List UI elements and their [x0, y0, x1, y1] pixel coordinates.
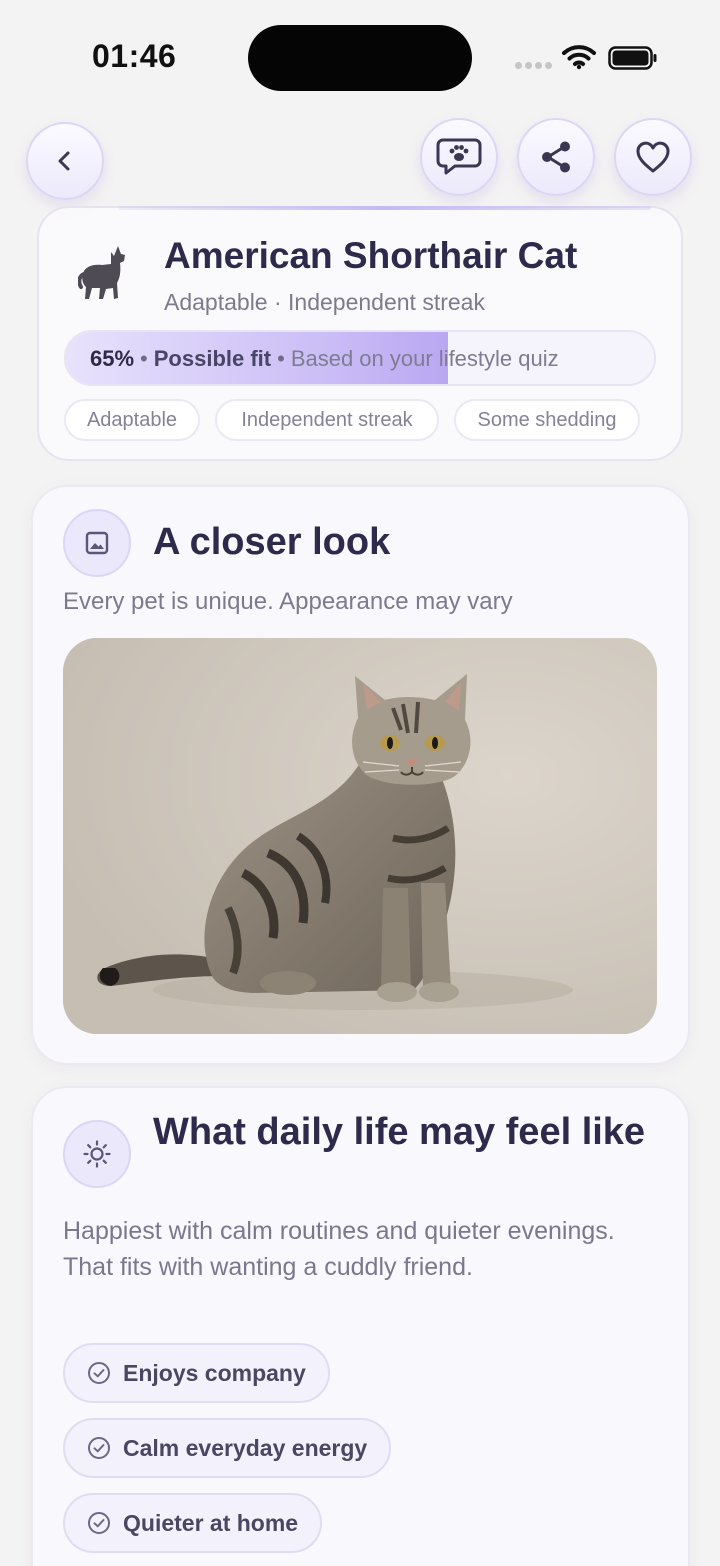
- fit-summary: 65% • Possible fit • Based on your lifestyle…: [90, 346, 559, 371]
- breed-subtitle: Adaptable · Independent streak: [164, 289, 485, 315]
- daily-life-icon-badge: [63, 1120, 131, 1188]
- trait-pill: Calm everyday energy: [63, 1418, 392, 1478]
- closer-look-subtitle: Every pet is unique. Appearance may vary: [63, 588, 513, 615]
- breed-title: American Shorthair Cat: [164, 235, 578, 276]
- cat-silhouette-icon: [78, 246, 125, 299]
- trait-label: Enjoys company: [123, 1359, 306, 1386]
- fit-progress-bar: 65% • Possible fit • Based on your lifestyle…: [64, 330, 656, 386]
- trait-pill: Quieter at home: [63, 1493, 323, 1553]
- wifi-icon: [562, 45, 596, 70]
- check-circle-icon: [88, 1512, 110, 1534]
- status-bar: 01:46: [0, 0, 720, 118]
- fit-basis: Based on your lifestyle quiz: [290, 346, 559, 371]
- fit-label: Possible fit: [153, 346, 272, 371]
- cat-photo-illustration: [63, 638, 657, 1034]
- gallery-icon-badge: [63, 509, 131, 577]
- trait-chip: Adaptable: [64, 399, 200, 441]
- favorite-button[interactable]: [614, 118, 692, 196]
- cellular-signal-icon: [515, 62, 552, 69]
- daily-life-description: Happiest with calm routines and quieter …: [63, 1217, 615, 1281]
- trait-chip: Independent streak: [215, 399, 439, 441]
- chevron-left-icon: [58, 151, 70, 171]
- breed-photo: [63, 638, 657, 1034]
- back-button[interactable]: [26, 122, 104, 200]
- heart-icon: [636, 141, 670, 173]
- daily-life-title: What daily life may feel like: [153, 1111, 646, 1153]
- image-icon: [85, 531, 109, 555]
- check-circle-icon: [88, 1362, 110, 1384]
- header-card-accent-line: [119, 206, 651, 210]
- trait-label: Calm everyday energy: [123, 1434, 368, 1461]
- sun-icon: [83, 1140, 111, 1168]
- check-circle-icon: [88, 1437, 110, 1459]
- share-button[interactable]: [517, 118, 595, 196]
- share-icon: [542, 141, 570, 173]
- dynamic-island: [248, 25, 472, 91]
- trait-chip: Some shedding: [454, 399, 640, 441]
- status-time: 01:46: [92, 38, 177, 74]
- chat-button[interactable]: [420, 118, 498, 196]
- trait-pill: Enjoys company: [63, 1343, 330, 1403]
- fit-percent: 65%: [90, 346, 135, 371]
- battery-icon: [608, 46, 657, 70]
- chat-paw-icon: [436, 138, 482, 175]
- trait-label: Quieter at home: [123, 1509, 299, 1536]
- closer-look-title: A closer look: [153, 521, 391, 563]
- breed-detail-screen: 01:46 American Shorthair Cat Adaptable ·…: [0, 0, 720, 1566]
